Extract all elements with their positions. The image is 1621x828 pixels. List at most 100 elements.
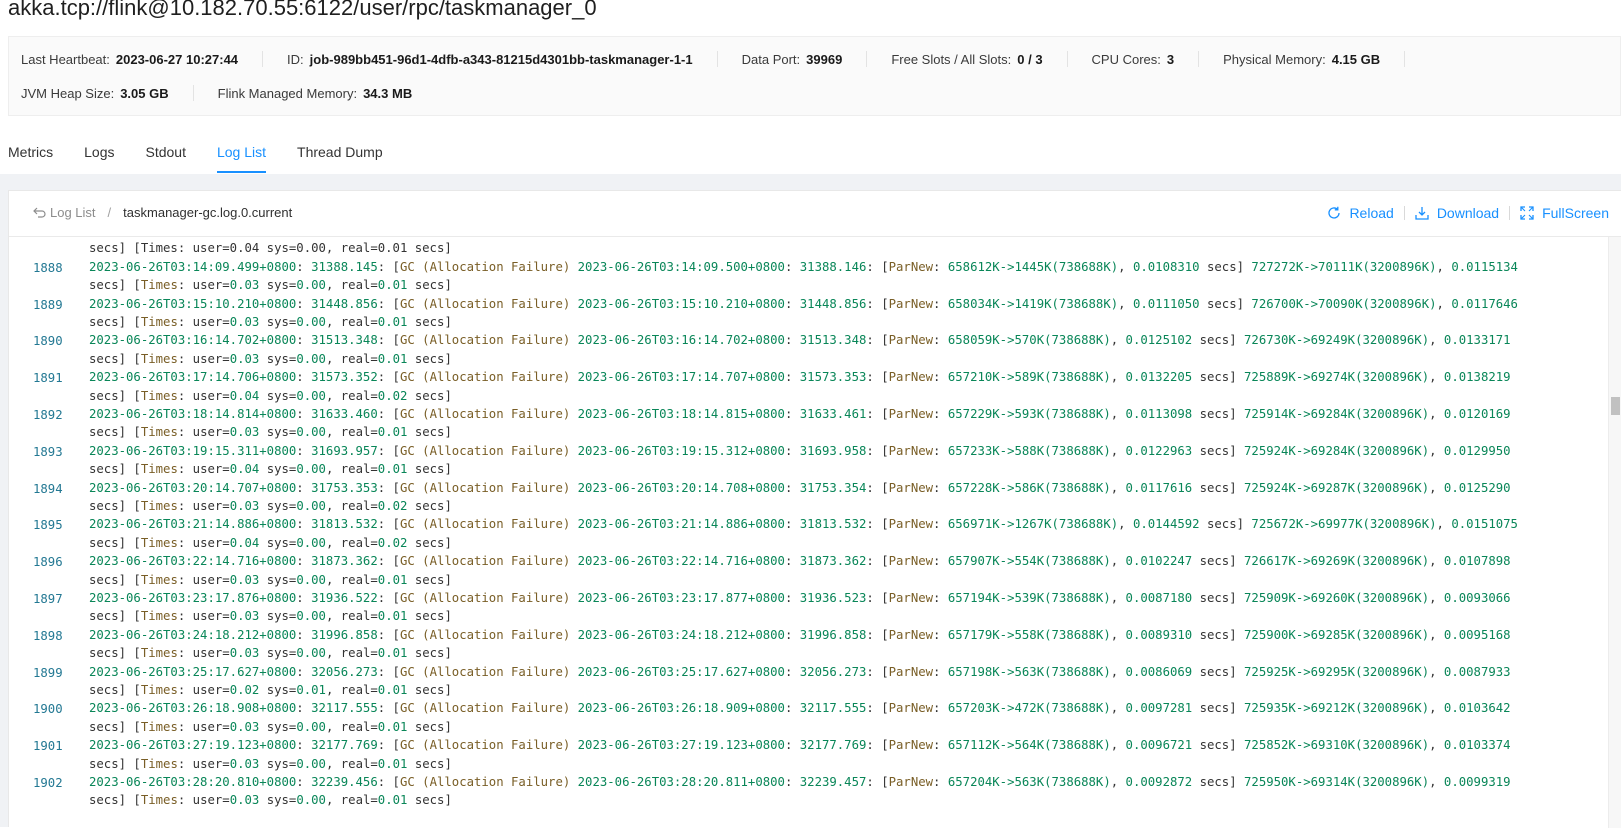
log-real-time: 0.02 bbox=[377, 498, 408, 513]
log-line-text: 2023-06-26T03:15:10.210+0800: 31448.856:… bbox=[89, 296, 1518, 311]
download-icon bbox=[1415, 207, 1429, 220]
log-user-time: 0.03 bbox=[229, 278, 260, 293]
log-sys-time: 0.00 bbox=[296, 793, 326, 808]
log-uptime: 31996.858 bbox=[799, 627, 867, 642]
info-divider bbox=[192, 85, 194, 101]
info-row-2: JVM Heap Size: 3.05 GB Flink Managed Mem… bbox=[21, 85, 412, 101]
info-label: JVM Heap Size: bbox=[21, 85, 115, 101]
log-young-time: 0.0097281 bbox=[1125, 701, 1193, 716]
log-line-text: secs] [Times: user=0.03 sys=0.00, real=0… bbox=[89, 314, 452, 329]
log-user-time: 0.04 bbox=[229, 388, 260, 403]
log-parnew-keyword: ParNew bbox=[888, 627, 934, 642]
log-user-time: 0.03 bbox=[229, 425, 260, 440]
log-line-text: 2023-06-26T03:24:18.212+0800: 31996.858:… bbox=[89, 627, 1511, 642]
info-value: 39969 bbox=[806, 51, 843, 67]
log-timestamp: 2023-06-26T03:16:14.702+0800 bbox=[89, 333, 297, 348]
download-label: Download bbox=[1436, 205, 1500, 221]
log-heap-time: 0.0115134 bbox=[1451, 259, 1518, 274]
fullscreen-button[interactable]: FullScreen bbox=[1520, 205, 1609, 221]
log-parnew-keyword: ParNew bbox=[888, 664, 934, 679]
log-uptime: 31996.858 bbox=[311, 627, 378, 642]
log-parnew-keyword: ParNew bbox=[888, 370, 934, 385]
log-timestamp: 2023-06-26T03:17:14.707+0800 bbox=[577, 370, 785, 385]
log-timestamp: 2023-06-26T03:16:14.702+0800 bbox=[577, 333, 785, 348]
log-line-text: secs] [Times: user=0.03 sys=0.00, real=0… bbox=[89, 572, 452, 587]
log-heap-time: 0.0120169 bbox=[1443, 406, 1511, 421]
log-line-number: 1895 bbox=[33, 518, 63, 533]
tab-thread-dump[interactable]: Thread Dump bbox=[297, 140, 383, 174]
fullscreen-label: FullScreen bbox=[1542, 205, 1609, 221]
log-uptime: 32117.555 bbox=[799, 701, 867, 716]
log-times-keyword: Times bbox=[140, 756, 178, 771]
log-gc-keyword: GC (Allocation Failure) bbox=[399, 406, 571, 421]
log-times-keyword: Times bbox=[140, 535, 178, 550]
log-young-time: 0.0087180 bbox=[1125, 590, 1193, 605]
log-times-keyword: Times bbox=[140, 793, 178, 808]
log-gc-keyword: GC (Allocation Failure) bbox=[399, 738, 571, 753]
log-uptime: 31633.461 bbox=[799, 406, 867, 421]
info-jvm-heap: JVM Heap Size: 3.05 GB bbox=[21, 86, 169, 101]
log-real-time: 0.01 bbox=[377, 793, 408, 808]
log-sys-time: 0.00 bbox=[296, 462, 326, 477]
info-divider bbox=[1198, 51, 1200, 67]
info-divider bbox=[716, 51, 718, 67]
log-real-time: 0.01 bbox=[377, 756, 408, 771]
log-line-number: 1897 bbox=[33, 591, 63, 606]
log-heap-time: 0.0099319 bbox=[1443, 774, 1511, 789]
tab-stdout[interactable]: Stdout bbox=[145, 140, 185, 174]
log-timestamp: 2023-06-26T03:19:15.311+0800 bbox=[89, 443, 297, 458]
log-young-gen: 657112K->564K(738688K) bbox=[947, 738, 1111, 753]
log-young-gen: 657210K->589K(738688K) bbox=[947, 370, 1111, 385]
breadcrumb-log-list-link[interactable]: Log List bbox=[33, 205, 96, 220]
log-scrollbar-thumb[interactable] bbox=[1611, 397, 1620, 415]
log-parnew-keyword: ParNew bbox=[888, 333, 934, 348]
log-line-number: 1896 bbox=[33, 555, 63, 570]
log-line-number: 1888 bbox=[33, 260, 63, 275]
log-young-time: 0.0096721 bbox=[1125, 738, 1193, 753]
reload-label: Reload bbox=[1349, 205, 1394, 221]
log-entry: 1898 2023-06-26T03:24:18.212+0800: 31996.… bbox=[9, 626, 1601, 663]
log-times-keyword: Times bbox=[140, 609, 178, 624]
log-heap: 725900K->69285K(3200896K) bbox=[1244, 627, 1430, 642]
log-user-time: 0.03 bbox=[229, 498, 260, 513]
log-young-time: 0.0102247 bbox=[1125, 554, 1193, 569]
log-heap-time: 0.0087933 bbox=[1443, 664, 1511, 679]
reload-button[interactable]: Reload bbox=[1327, 205, 1394, 221]
log-entry: 1896 2023-06-26T03:22:14.716+0800: 31873.… bbox=[9, 552, 1601, 589]
log-young-time: 0.0117616 bbox=[1125, 480, 1193, 495]
log-uptime: 31693.957 bbox=[311, 443, 378, 458]
log-real-time: 0.01 bbox=[377, 609, 408, 624]
log-timestamp: 2023-06-26T03:28:20.810+0800 bbox=[89, 774, 297, 789]
log-line-text: secs] [Times: user=0.04 sys=0.00, real=0… bbox=[89, 535, 452, 550]
log-young-time: 0.0125102 bbox=[1125, 333, 1193, 348]
tab-logs[interactable]: Logs bbox=[84, 140, 114, 174]
taskmanager-info-panel: Last Heartbeat: 2023-06-27 10:27:44 ID: … bbox=[8, 36, 1621, 116]
log-user-time: 0.03 bbox=[229, 719, 260, 734]
info-divider bbox=[262, 51, 264, 67]
info-label: Flink Managed Memory: bbox=[217, 85, 358, 101]
log-viewer[interactable]: secs] [Times: user=0.04 sys=0.00, real=0… bbox=[9, 237, 1601, 828]
info-divider bbox=[866, 51, 868, 67]
log-user-time: 0.03 bbox=[229, 646, 260, 661]
log-scrollbar[interactable] bbox=[1608, 237, 1621, 828]
log-line-text: secs] [Times: user=0.03 sys=0.00, real=0… bbox=[89, 793, 452, 808]
log-line-text: secs] [Times: user=0.03 sys=0.00, real=0… bbox=[89, 498, 452, 513]
log-user-time: 0.03 bbox=[229, 572, 260, 587]
log-young-gen: 657179K->558K(738688K) bbox=[947, 627, 1111, 642]
download-button[interactable]: Download bbox=[1415, 205, 1499, 221]
tab-log-list[interactable]: Log List bbox=[216, 140, 267, 174]
log-entry: 1888 2023-06-26T03:14:09.499+0800: 31388.… bbox=[9, 258, 1601, 295]
log-uptime: 31573.353 bbox=[799, 370, 867, 385]
log-timestamp: 2023-06-26T03:27:19.123+0800 bbox=[89, 738, 297, 753]
log-real-time: 0.02 bbox=[377, 535, 408, 550]
log-uptime: 31936.523 bbox=[799, 590, 867, 605]
log-young-time: 0.0092872 bbox=[1125, 774, 1193, 789]
tab-metrics[interactable]: Metrics bbox=[8, 140, 53, 174]
log-timestamp: 2023-06-26T03:14:09.500+0800 bbox=[577, 259, 785, 274]
log-uptime: 31693.958 bbox=[799, 443, 867, 458]
log-user-time: 0.02 bbox=[229, 682, 260, 697]
log-gc-keyword: GC (Allocation Failure) bbox=[399, 296, 571, 311]
log-young-gen: 657203K->472K(738688K) bbox=[947, 701, 1111, 716]
log-real-time: 0.01 bbox=[377, 425, 408, 440]
log-timestamp: 2023-06-26T03:14:09.499+0800 bbox=[89, 259, 297, 274]
